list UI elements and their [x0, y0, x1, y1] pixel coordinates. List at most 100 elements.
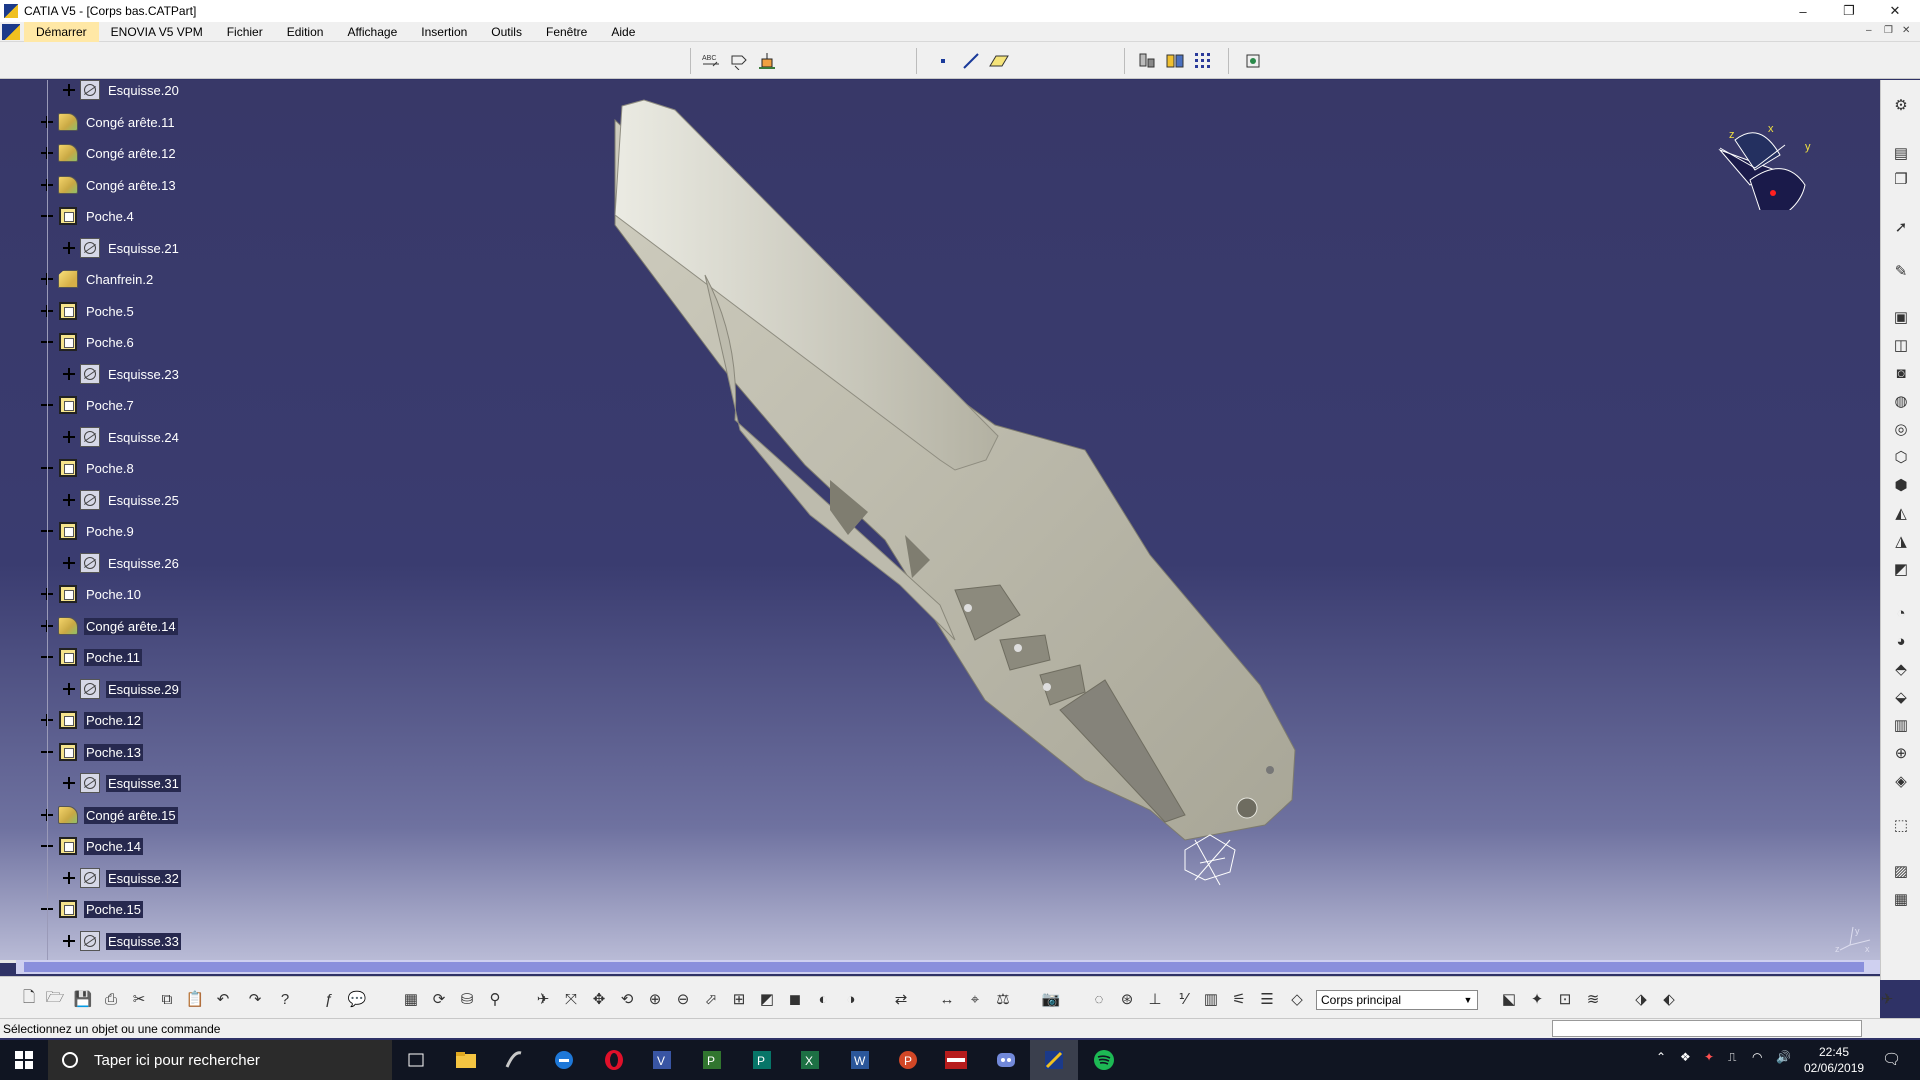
tree-item-pocket[interactable]: Poche.4: [40, 204, 136, 228]
iso-view-icon[interactable]: ◩: [756, 988, 778, 1010]
minimize-button[interactable]: –: [1780, 0, 1826, 22]
task-view-icon[interactable]: [392, 1040, 440, 1080]
menu-insertion[interactable]: Insertion: [409, 22, 479, 42]
excel-icon[interactable]: X: [786, 1040, 834, 1080]
discord-icon[interactable]: [982, 1040, 1030, 1080]
tree-item-sketch[interactable]: Esquisse.32: [62, 866, 181, 890]
hide-show-icon[interactable]: ◐: [812, 988, 834, 1010]
tree-expand-icon[interactable]: [62, 934, 76, 948]
new-file-icon[interactable]: 🗋: [18, 988, 40, 1010]
draft-icon[interactable]: ⬘: [1890, 658, 1912, 680]
paste-icon[interactable]: 📋: [184, 988, 206, 1010]
tree-item-fillet[interactable]: Congé arête.14: [40, 614, 178, 638]
taskbar-search[interactable]: Taper ici pour rechercher: [48, 1040, 392, 1080]
select-arrow-icon[interactable]: ➚: [1890, 216, 1912, 238]
cut-icon[interactable]: ✂: [128, 988, 150, 1010]
comment-icon[interactable]: 💬: [346, 988, 368, 1010]
tree-item-sketch[interactable]: Esquisse.20: [62, 80, 181, 102]
edge-icon[interactable]: [540, 1040, 588, 1080]
scale-icon[interactable]: ⅟: [1172, 988, 1194, 1010]
tree-item-sketch[interactable]: Esquisse.25: [62, 488, 181, 512]
sketch-analysis-icon[interactable]: ⬖: [1658, 988, 1680, 1010]
text-annotation-icon[interactable]: ABC: [700, 50, 722, 72]
catia-logo-icon[interactable]: [2, 23, 20, 40]
table-icon[interactable]: ▦: [400, 988, 422, 1010]
whats-this-icon[interactable]: ?: [274, 988, 296, 1010]
chevron-down-icon[interactable]: ▼: [1461, 993, 1475, 1007]
zoom-in-icon[interactable]: ⊕: [644, 988, 666, 1010]
voicemeeter-icon[interactable]: [932, 1040, 980, 1080]
usb-icon[interactable]: ⎍: [1728, 1050, 1736, 1065]
list-icon[interactable]: ☰: [1256, 988, 1278, 1010]
save-icon[interactable]: 💾: [72, 988, 94, 1010]
grid-icon[interactable]: [1192, 50, 1214, 72]
app-tray-icon[interactable]: ✦: [1704, 1050, 1714, 1064]
body-icon[interactable]: ◇: [1286, 988, 1308, 1010]
rotate-icon[interactable]: ⟲: [616, 988, 638, 1010]
dress-up-icon[interactable]: ◌: [1088, 988, 1110, 1010]
axis-system-icon[interactable]: [1242, 50, 1264, 72]
measure-icon[interactable]: [756, 50, 778, 72]
3d-viewport[interactable]: z x y z x y Esquisse.20 Congé arête.11 Con…: [0, 80, 1880, 960]
shading-icon[interactable]: ◼: [784, 988, 806, 1010]
project-icon[interactable]: P: [688, 1040, 736, 1080]
chamfer-icon[interactable]: ◕: [1890, 630, 1912, 652]
pan-icon[interactable]: ✥: [588, 988, 610, 1010]
tree-item-fillet[interactable]: Congé arête.11: [40, 110, 177, 134]
layer-filter-icon[interactable]: ≋: [1582, 988, 1604, 1010]
manipulate-icon[interactable]: ⇄: [890, 988, 912, 1010]
remove-loft-icon[interactable]: ◩: [1890, 558, 1912, 580]
tree-item-sketch[interactable]: Esquisse.24: [62, 425, 181, 449]
tree-item-pocket[interactable]: Poche.15: [40, 897, 143, 921]
rib-icon[interactable]: ⬡: [1890, 446, 1912, 468]
remove-face-icon[interactable]: ◈: [1890, 770, 1912, 792]
windows-start-icon[interactable]: [0, 1040, 48, 1080]
viewport-horizontal-scrollbar[interactable]: [16, 960, 1880, 974]
command-input[interactable]: [1552, 1020, 1862, 1037]
tree-item-sketch[interactable]: Esquisse.21: [62, 236, 181, 260]
tree-item-pocket[interactable]: Poche.8: [40, 456, 136, 480]
file-explorer-icon[interactable]: [442, 1040, 490, 1080]
tree-expand-icon[interactable]: [62, 776, 76, 790]
gear-icon[interactable]: ⚙: [1890, 94, 1912, 116]
maximize-button[interactable]: ❐: [1826, 0, 1872, 22]
tree-item-pocket[interactable]: Poche.6: [40, 330, 136, 354]
tree-item-pocket[interactable]: Poche.11: [40, 645, 142, 669]
tree-expand-icon[interactable]: [62, 430, 76, 444]
fillet-icon[interactable]: ◔: [1890, 602, 1912, 624]
menu-edition[interactable]: Edition: [275, 22, 336, 42]
catia-taskbar-icon[interactable]: [1030, 1040, 1078, 1080]
tree-expand-icon[interactable]: [62, 241, 76, 255]
layer-icon[interactable]: ▤: [1890, 142, 1912, 164]
undo-icon[interactable]: ↶: [212, 988, 234, 1010]
pocket-icon[interactable]: ◫: [1890, 334, 1912, 356]
render-icon[interactable]: ✦: [1526, 988, 1548, 1010]
measure-item-bottom-icon[interactable]: ⌖: [964, 988, 986, 1010]
menu-fenetre[interactable]: Fenêtre: [534, 22, 599, 42]
thread-icon[interactable]: ⊕: [1890, 742, 1912, 764]
boolean-icon[interactable]: ▨: [1890, 860, 1912, 882]
menu-outils[interactable]: Outils: [479, 22, 534, 42]
tray-chevron-icon[interactable]: ⌃: [1656, 1050, 1666, 1064]
mdi-close-icon[interactable]: ✕: [1902, 25, 1910, 36]
visio-icon[interactable]: V: [638, 1040, 686, 1080]
compass-icon[interactable]: z x y: [1715, 110, 1825, 210]
tree-expand-icon[interactable]: [62, 493, 76, 507]
swap-visible-icon[interactable]: ◑: [840, 988, 862, 1010]
simulation-icon[interactable]: ⊛: [1116, 988, 1138, 1010]
constraints-icon[interactable]: ⚟: [1228, 988, 1250, 1010]
taskbar-clock[interactable]: 22:45 02/06/2019: [1804, 1044, 1864, 1076]
tree-expand-icon[interactable]: [62, 367, 76, 381]
redo-icon[interactable]: ↷: [244, 988, 266, 1010]
spotify-icon[interactable]: [1080, 1040, 1128, 1080]
line-icon[interactable]: [960, 50, 982, 72]
sketch-icon[interactable]: ✎: [1890, 260, 1912, 282]
tree-item-pocket[interactable]: Poche.7: [40, 393, 136, 417]
copy-object-icon[interactable]: ❐: [1890, 168, 1912, 190]
insert-body-icon[interactable]: ⬕: [1498, 988, 1520, 1010]
formula-icon[interactable]: ƒ: [318, 988, 340, 1010]
copy-icon[interactable]: ⧉: [156, 988, 178, 1010]
print-icon[interactable]: ⎙: [100, 988, 122, 1010]
measure-between-bottom-icon[interactable]: ↔: [936, 988, 958, 1010]
tree-expand-icon[interactable]: [62, 83, 76, 97]
